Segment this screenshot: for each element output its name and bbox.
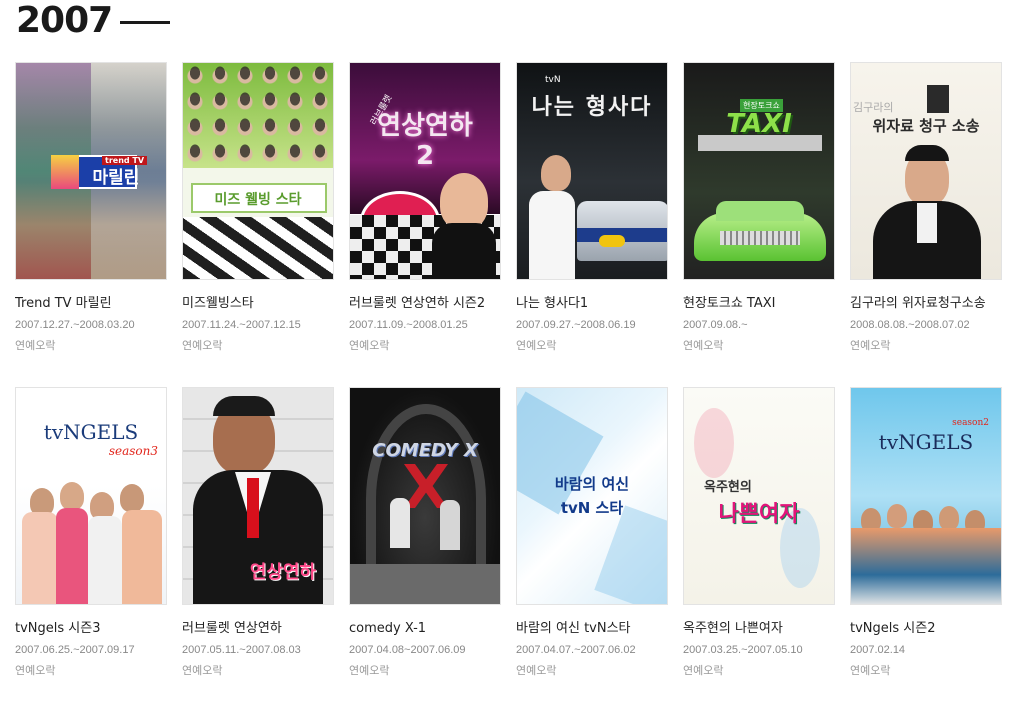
poster-logo-text: 연상연하2 xyxy=(377,111,473,171)
program-dates: 2008.08.08.~2008.07.02 xyxy=(850,319,970,331)
program-card[interactable]: 김구라의 위자료 청구 소송 김구라의 위자료청구소송 2008.08.08.~… xyxy=(850,62,1002,387)
poster-sub-text: 김구라의 xyxy=(853,101,894,114)
program-genre: 연예오락 xyxy=(15,339,56,352)
poster-sub-text: season2 xyxy=(952,418,989,428)
program-genre: 연예오락 xyxy=(683,664,724,677)
program-card[interactable]: 연상연하 러브룰렛 연상연하 2007.05.11.~2007.08.03 연예… xyxy=(182,387,334,712)
program-poster[interactable]: COMEDY X xyxy=(349,387,501,605)
program-title[interactable]: 김구라의 위자료청구소송 xyxy=(850,296,1002,312)
program-dates: 2007.04.07.~2007.06.02 xyxy=(516,644,636,656)
year-title: 2007 xyxy=(16,0,113,41)
program-dates: 2007.03.25.~2007.05.10 xyxy=(683,644,803,656)
program-card[interactable]: tvNGELS season3 tvNgels 시즌3 2007.06.25.~… xyxy=(15,387,167,712)
program-card[interactable]: 마릴린 trend TV Trend TV 마릴린 2007.12.27.~20… xyxy=(15,62,167,387)
program-title[interactable]: comedy X-1 xyxy=(349,621,501,637)
program-genre: 연예오락 xyxy=(850,339,891,352)
program-title[interactable]: tvNgels 시즌2 xyxy=(850,621,1002,637)
poster-logo-text: 나쁜여자 xyxy=(718,502,800,527)
program-genre: 연예오락 xyxy=(516,339,557,352)
poster-logo-text: 미즈 웰빙 스타 xyxy=(214,192,302,208)
poster-sub-text: trend TV xyxy=(102,156,148,165)
program-poster[interactable]: season2 tvNGELS xyxy=(850,387,1002,605)
poster-logo-text: 위자료 청구 소송 xyxy=(872,117,980,135)
program-poster[interactable]: 마릴린 trend TV xyxy=(15,62,167,280)
program-dates: 2007.09.08.~ xyxy=(683,319,748,331)
poster-logo-text: 나는 형사다 xyxy=(531,95,653,120)
year-heading: 2007 xyxy=(16,0,171,41)
program-poster[interactable]: tvN 나는 형사다 xyxy=(516,62,668,280)
program-genre: 연예오락 xyxy=(683,339,724,352)
program-genre: 연예오락 xyxy=(349,664,390,677)
program-card[interactable]: season2 tvNGELS tvNgels 시즌2 2007.02.14 연… xyxy=(850,387,1002,712)
poster-logo-text: 마릴린 xyxy=(92,168,140,188)
program-card[interactable]: COMEDY X comedy X-1 2007.04.08~2007.06.0… xyxy=(349,387,501,712)
program-card[interactable]: 옥주현의 나쁜여자 옥주현의 나쁜여자 2007.03.25.~2007.05.… xyxy=(683,387,835,712)
program-title[interactable]: Trend TV 마릴린 xyxy=(15,296,167,312)
program-poster[interactable]: 미즈 웰빙 스타 xyxy=(182,62,334,280)
program-card[interactable]: 러브룰렛 연상연하2 러브룰렛 연상연하 시즌2 2007.11.09.~200… xyxy=(349,62,501,387)
program-poster[interactable]: 현장토크쇼 TAXI xyxy=(683,62,835,280)
poster-sub-text: season3 xyxy=(108,444,158,458)
poster-logo-text: 바람의 여신 tvN 스타 xyxy=(554,475,630,517)
program-title[interactable]: 옥주현의 나쁜여자 xyxy=(683,621,835,637)
program-genre: 연예오락 xyxy=(15,664,56,677)
poster-logo-text: 연상연하 xyxy=(249,562,317,583)
poster-sub-text: 옥주현의 xyxy=(704,480,752,495)
poster-logo-text: tvNGELS xyxy=(43,420,139,444)
program-title[interactable]: 바람의 여신 tvN스타 xyxy=(516,621,668,637)
program-dates: 2007.09.27.~2008.06.19 xyxy=(516,319,636,331)
program-dates: 2007.11.09.~2008.01.25 xyxy=(349,319,468,331)
program-genre: 연예오락 xyxy=(850,664,891,677)
poster-logo-text: tvNGELS xyxy=(878,430,974,454)
program-card[interactable]: 미즈 웰빙 스타 미즈웰빙스타 2007.11.24.~2007.12.15 연… xyxy=(182,62,334,387)
program-poster[interactable]: 연상연하 xyxy=(182,387,334,605)
program-title[interactable]: 미즈웰빙스타 xyxy=(182,296,334,312)
program-genre: 연예오락 xyxy=(516,664,557,677)
program-poster[interactable]: 김구라의 위자료 청구 소송 xyxy=(850,62,1002,280)
program-title[interactable]: 러브룰렛 연상연하 시즌2 xyxy=(349,296,501,312)
poster-logo-text: COMEDY X xyxy=(372,440,478,461)
program-title[interactable]: tvNgels 시즌3 xyxy=(15,621,167,637)
program-dates: 2007.11.24.~2007.12.15 xyxy=(182,319,301,331)
program-poster[interactable]: 러브룰렛 연상연하2 xyxy=(349,62,501,280)
program-card[interactable]: tvN 나는 형사다 나는 형사다1 2007.09.27.~2008.06.1… xyxy=(516,62,668,387)
program-card[interactable]: 바람의 여신 tvN 스타 바람의 여신 tvN스타 2007.04.07.~2… xyxy=(516,387,668,712)
program-dates: 2007.05.11.~2007.08.03 xyxy=(182,644,301,656)
program-poster[interactable]: tvNGELS season3 xyxy=(15,387,167,605)
poster-sub-text: tvN xyxy=(545,75,561,85)
program-card[interactable]: 현장토크쇼 TAXI 현장토크쇼 TAXI 2007.09.08.~ 연예오락 xyxy=(683,62,835,387)
program-title[interactable]: 러브룰렛 연상연하 xyxy=(182,621,334,637)
program-dates: 2007.04.08~2007.06.09 xyxy=(349,644,466,656)
program-dates: 2007.12.27.~2008.03.20 xyxy=(15,319,135,331)
program-dates: 2007.06.25.~2007.09.17 xyxy=(15,644,135,656)
program-title[interactable]: 나는 형사다1 xyxy=(516,296,668,312)
program-title[interactable]: 현장토크쇼 TAXI xyxy=(683,296,835,312)
program-poster[interactable]: 바람의 여신 tvN 스타 xyxy=(516,387,668,605)
year-divider xyxy=(120,20,171,24)
program-poster[interactable]: 옥주현의 나쁜여자 xyxy=(683,387,835,605)
program-grid: 마릴린 trend TV Trend TV 마릴린 2007.12.27.~20… xyxy=(15,62,1002,712)
program-genre: 연예오락 xyxy=(182,339,223,352)
program-dates: 2007.02.14 xyxy=(850,644,906,656)
program-genre: 연예오락 xyxy=(182,664,223,677)
program-genre: 연예오락 xyxy=(349,339,390,352)
